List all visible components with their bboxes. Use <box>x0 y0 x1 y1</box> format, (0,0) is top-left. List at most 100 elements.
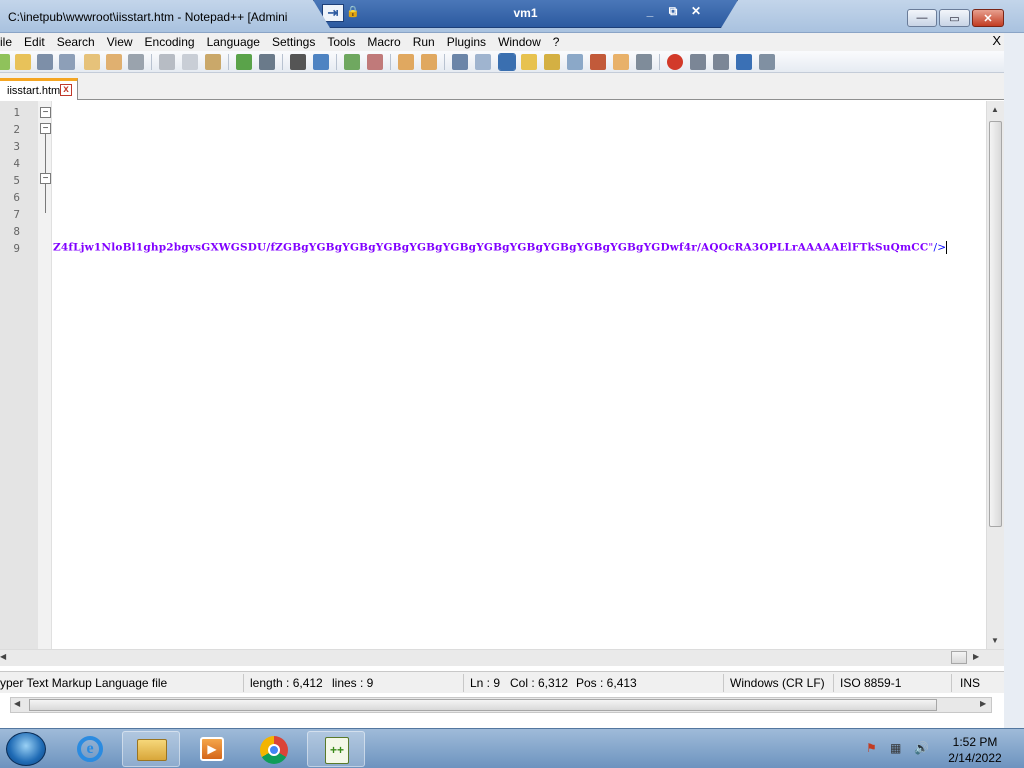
folder-workspace-icon[interactable] <box>590 54 606 70</box>
fold-guide <box>45 184 46 213</box>
zoom-out-icon[interactable] <box>367 54 383 70</box>
window-frame-edge <box>1004 33 1024 728</box>
menu-bar: ile Edit Search View Encoding Language S… <box>0 33 1024 51</box>
menu-file[interactable]: ile <box>0 35 18 49</box>
function-list-icon[interactable] <box>567 54 583 70</box>
rdp-restore-button[interactable]: ⧉ <box>664 4 682 19</box>
taskbar-chrome[interactable] <box>244 731 302 767</box>
doc-map-icon[interactable] <box>544 54 560 70</box>
rdp-minimize-button[interactable]: _ <box>641 4 659 18</box>
menu-edit[interactable]: Edit <box>18 35 51 49</box>
cut-icon[interactable] <box>159 54 175 70</box>
maximize-button[interactable]: ▭ <box>939 9 970 27</box>
status-encoding: ISO 8859-1 <box>840 676 902 690</box>
sync-horizontal-icon[interactable] <box>421 54 437 70</box>
new-file-icon[interactable] <box>0 54 10 70</box>
find-icon[interactable] <box>290 54 306 70</box>
window-title: C:\inetpub\wwwroot\iisstart.htm - Notepa… <box>8 10 288 24</box>
print-icon[interactable] <box>128 54 144 70</box>
horizontal-scroll-thumb[interactable] <box>951 651 967 664</box>
close-document-button[interactable]: X <box>992 33 1001 48</box>
fold-guide <box>45 134 46 173</box>
menu-search[interactable]: Search <box>51 35 101 49</box>
network-icon[interactable]: ▦ <box>890 741 904 755</box>
user-language-icon[interactable] <box>521 54 537 70</box>
close-file-icon[interactable] <box>84 54 100 70</box>
fold-collapse-icon[interactable]: − <box>40 173 51 184</box>
undo-icon[interactable] <box>236 54 252 70</box>
menu-help[interactable]: ? <box>547 35 566 49</box>
tab-label: iisstart.htm <box>7 84 61 97</box>
status-file-type: yper Text Markup Language file <box>0 676 168 690</box>
playback-icon[interactable] <box>713 54 729 70</box>
save-macro-icon[interactable] <box>759 54 775 70</box>
line-number: 5 <box>13 174 20 187</box>
volume-icon[interactable]: 🔊 <box>914 741 929 755</box>
tab-bar: iisstart.htm x <box>0 73 1024 100</box>
open-file-icon[interactable] <box>15 54 31 70</box>
menu-macro[interactable]: Macro <box>361 35 406 49</box>
fold-collapse-icon[interactable]: − <box>40 107 51 118</box>
editor-area[interactable]: 1 2 3 4 5 6 7 8 9 − − − Z4fLjw1NloBl1ghp… <box>0 101 1004 649</box>
taskbar-media-player[interactable]: ▶ <box>183 731 241 767</box>
taskbar-internet-explorer[interactable]: e <box>61 731 119 767</box>
word-wrap-icon[interactable] <box>452 54 468 70</box>
taskbar-notepad-plus-plus[interactable]: ++ <box>307 731 365 767</box>
menu-window[interactable]: Window <box>492 35 547 49</box>
taskbar-file-explorer[interactable] <box>122 731 180 767</box>
line-number: 9 <box>13 242 20 255</box>
zoom-in-icon[interactable] <box>344 54 360 70</box>
menu-settings[interactable]: Settings <box>266 35 321 49</box>
save-all-icon[interactable] <box>59 54 75 70</box>
record-macro-icon[interactable] <box>667 54 683 70</box>
replace-icon[interactable] <box>313 54 329 70</box>
stop-recording-icon[interactable] <box>690 54 706 70</box>
close-button[interactable]: ✕ <box>972 9 1004 27</box>
scroll-left-icon[interactable]: ◀ <box>0 652 6 661</box>
clock-time: 1:52 PM <box>952 735 998 749</box>
line-number: 2 <box>13 123 20 136</box>
start-button[interactable] <box>6 732 46 766</box>
action-center-icon[interactable]: ⚑ <box>866 741 880 755</box>
menu-run[interactable]: Run <box>407 35 441 49</box>
close-all-icon[interactable] <box>106 54 122 70</box>
run-multiple-icon[interactable] <box>736 54 752 70</box>
vertical-scrollbar[interactable]: ▲ ▼ <box>986 101 1004 649</box>
text-caret <box>946 241 948 254</box>
tab-iisstart[interactable]: iisstart.htm x <box>0 78 78 100</box>
scroll-up-icon[interactable]: ▲ <box>991 105 999 114</box>
indent-guide-icon[interactable] <box>498 53 516 71</box>
project-panel-icon[interactable] <box>613 54 629 70</box>
rdp-close-button[interactable]: ✕ <box>687 4 705 18</box>
show-all-chars-icon[interactable] <box>475 54 491 70</box>
paste-icon[interactable] <box>205 54 221 70</box>
line-number: 1 <box>13 106 20 119</box>
scroll-down-icon[interactable]: ▼ <box>991 636 999 645</box>
scroll-right-icon[interactable]: ▶ <box>980 699 986 708</box>
vertical-scroll-thumb[interactable] <box>989 121 1002 527</box>
menu-encoding[interactable]: Encoding <box>139 35 201 49</box>
media-player-icon: ▶ <box>200 737 224 761</box>
remote-horizontal-scrollbar[interactable]: ◀ ▶ <box>10 697 992 713</box>
save-icon[interactable] <box>37 54 53 70</box>
menu-plugins[interactable]: Plugins <box>441 35 492 49</box>
monitoring-icon[interactable] <box>636 54 652 70</box>
menu-view[interactable]: View <box>101 35 139 49</box>
minimize-button[interactable]: — <box>907 9 937 27</box>
scroll-right-icon[interactable]: ▶ <box>973 652 979 661</box>
code-line-9[interactable]: Z4fLjw1NloBl1ghp2bgvsGXWGSDU/fZGBgYGBgYG… <box>53 241 983 257</box>
redo-icon[interactable] <box>259 54 275 70</box>
fold-collapse-icon[interactable]: − <box>40 123 51 134</box>
tab-close-icon[interactable]: x <box>60 84 72 96</box>
line-number: 8 <box>13 225 20 238</box>
internet-explorer-icon: e <box>77 736 103 762</box>
sync-vertical-icon[interactable] <box>398 54 414 70</box>
system-clock[interactable]: 1:52 PM 2/14/2022 <box>940 734 1010 766</box>
remote-scroll-thumb[interactable] <box>29 699 937 711</box>
horizontal-scrollbar[interactable]: ◀ ▶ <box>0 649 1004 666</box>
menu-tools[interactable]: Tools <box>321 35 361 49</box>
scroll-left-icon[interactable]: ◀ <box>14 699 20 708</box>
line-number: 6 <box>13 191 20 204</box>
menu-language[interactable]: Language <box>201 35 266 49</box>
copy-icon[interactable] <box>182 54 198 70</box>
